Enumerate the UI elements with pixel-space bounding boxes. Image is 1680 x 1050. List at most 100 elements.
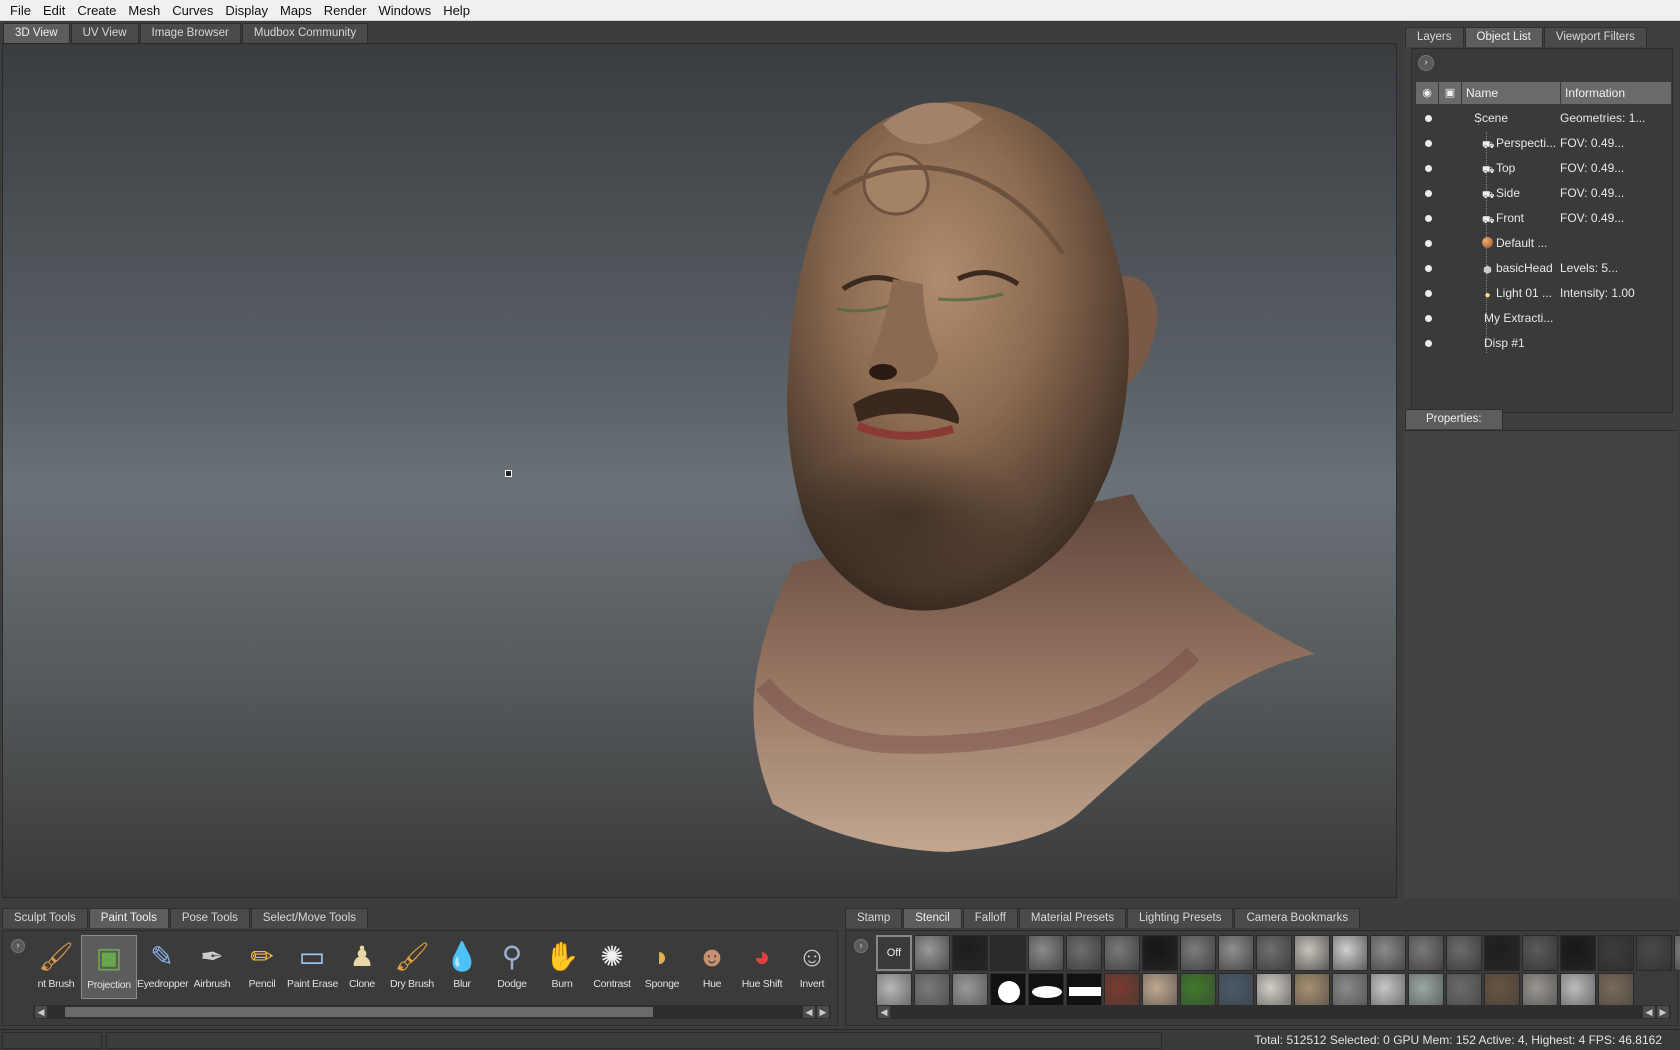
tool-clone[interactable]: ♟ Clone bbox=[337, 935, 387, 999]
tool-hue-shift[interactable]: ◕ Hue Shift bbox=[737, 935, 787, 999]
tab-mudbox-community[interactable]: Mudbox Community bbox=[241, 23, 369, 43]
stencil-swatch[interactable] bbox=[1370, 973, 1406, 1009]
stencil-swatch[interactable] bbox=[1218, 973, 1254, 1009]
stencil-swatch[interactable] bbox=[1256, 935, 1292, 971]
visibility-dot-icon[interactable] bbox=[1425, 140, 1432, 147]
tool-airbrush[interactable]: ✒ Airbrush bbox=[187, 935, 237, 999]
visibility-dot-icon[interactable] bbox=[1425, 165, 1432, 172]
object-list-row[interactable]: Scene Geometries: 1... bbox=[1416, 106, 1671, 131]
tab-uv-view[interactable]: UV View bbox=[70, 23, 139, 43]
tool-burn[interactable]: ✋ Burn bbox=[537, 935, 587, 999]
stencil-swatch[interactable] bbox=[1180, 973, 1216, 1009]
scroll-left-icon[interactable]: ◀ bbox=[878, 1006, 890, 1018]
stencil-swatch[interactable] bbox=[1446, 935, 1482, 971]
stencil-scrollbar[interactable]: ◀ ◀ ▶ bbox=[876, 1005, 1671, 1019]
tool-sponge[interactable]: ◗ Sponge bbox=[637, 935, 687, 999]
tool-dodge[interactable]: ⚲ Dodge bbox=[487, 935, 537, 999]
object-list-row[interactable]: ● Light 01 ... Intensity: 1.00 bbox=[1416, 281, 1671, 306]
stencil-swatch[interactable] bbox=[1104, 935, 1140, 971]
stencil-swatch[interactable] bbox=[1028, 973, 1064, 1009]
name-column-header[interactable]: Name bbox=[1462, 82, 1561, 104]
visibility-dot-icon[interactable] bbox=[1425, 215, 1432, 222]
object-list-row[interactable]: ⛟Front FOV: 0.49... bbox=[1416, 206, 1671, 231]
stencil-swatch[interactable] bbox=[1522, 935, 1558, 971]
tab-viewport-filters[interactable]: Viewport Filters bbox=[1543, 27, 1647, 47]
scroll-right-icon[interactable]: ▶ bbox=[1657, 1006, 1669, 1018]
stencil-off-button[interactable]: Off bbox=[876, 935, 912, 971]
properties-tab[interactable]: Properties: bbox=[1405, 409, 1503, 429]
object-list-row[interactable]: ⛟Top FOV: 0.49... bbox=[1416, 156, 1671, 181]
stencil-swatch[interactable] bbox=[1598, 973, 1634, 1009]
stencil-swatch[interactable] bbox=[1104, 973, 1140, 1009]
menu-file[interactable]: File bbox=[4, 0, 37, 21]
stencil-swatch[interactable] bbox=[876, 973, 912, 1009]
stencil-swatch[interactable] bbox=[1028, 935, 1064, 971]
tool-blur[interactable]: 💧 Blur bbox=[437, 935, 487, 999]
tool-contrast[interactable]: ✺ Contrast bbox=[587, 935, 637, 999]
visibility-eye-icon[interactable]: ◉ bbox=[1416, 82, 1439, 104]
stencil-swatch[interactable] bbox=[1332, 973, 1368, 1009]
stencil-swatch[interactable] bbox=[990, 973, 1026, 1009]
stencil-swatch[interactable] bbox=[1142, 935, 1178, 971]
stencil-swatch[interactable] bbox=[1332, 935, 1368, 971]
stencil-swatch[interactable] bbox=[1484, 973, 1520, 1009]
tab-select-move-tools[interactable]: Select/Move Tools bbox=[250, 908, 369, 928]
tool-paint-erase[interactable]: ▭ Paint Erase bbox=[287, 935, 338, 999]
stencil-swatch[interactable] bbox=[1484, 935, 1520, 971]
panel-expand-icon[interactable]: › bbox=[1418, 55, 1434, 71]
stencil-swatch[interactable] bbox=[1636, 935, 1672, 971]
tab-pose-tools[interactable]: Pose Tools bbox=[169, 908, 250, 928]
menu-help[interactable]: Help bbox=[437, 0, 476, 21]
object-list-row[interactable]: ⛟Perspecti... FOV: 0.49... bbox=[1416, 131, 1671, 156]
lock-icon[interactable]: ▣ bbox=[1439, 82, 1462, 104]
visibility-dot-icon[interactable] bbox=[1425, 340, 1432, 347]
stencil-swatch[interactable] bbox=[1066, 935, 1102, 971]
stencil-swatch[interactable] bbox=[990, 935, 1026, 971]
stencil-swatch[interactable] bbox=[1446, 973, 1482, 1009]
visibility-dot-icon[interactable] bbox=[1425, 240, 1432, 247]
tab-sculpt-tools[interactable]: Sculpt Tools bbox=[2, 908, 88, 928]
stencil-swatch[interactable] bbox=[914, 973, 950, 1009]
visibility-dot-icon[interactable] bbox=[1425, 290, 1432, 297]
menu-mesh[interactable]: Mesh bbox=[122, 0, 166, 21]
tab-image-browser[interactable]: Image Browser bbox=[139, 23, 241, 43]
tab-layers[interactable]: Layers bbox=[1405, 27, 1464, 47]
stencil-swatch[interactable] bbox=[1598, 935, 1634, 971]
stencil-swatch[interactable] bbox=[1560, 973, 1596, 1009]
tab-3d-view[interactable]: 3D View bbox=[3, 23, 70, 43]
tool-pencil[interactable]: ✏ Pencil bbox=[237, 935, 287, 999]
visibility-dot-icon[interactable] bbox=[1425, 190, 1432, 197]
visibility-dot-icon[interactable] bbox=[1425, 315, 1432, 322]
stencil-swatch[interactable] bbox=[1522, 973, 1558, 1009]
tray-expand-icon[interactable]: › bbox=[11, 939, 25, 953]
scroll-left-icon[interactable]: ◀ bbox=[1643, 1006, 1655, 1018]
menu-render[interactable]: Render bbox=[318, 0, 373, 21]
stencil-swatch[interactable] bbox=[1408, 935, 1444, 971]
stencil-swatch[interactable] bbox=[1408, 973, 1444, 1009]
menu-curves[interactable]: Curves bbox=[166, 0, 219, 21]
scroll-right-icon[interactable]: ▶ bbox=[817, 1006, 829, 1018]
3d-viewport[interactable] bbox=[2, 43, 1397, 898]
tab-lighting-presets[interactable]: Lighting Presets bbox=[1126, 908, 1234, 928]
stencil-swatch[interactable] bbox=[1294, 973, 1330, 1009]
stencil-swatch[interactable] bbox=[952, 935, 988, 971]
stencil-swatch[interactable] bbox=[1066, 973, 1102, 1009]
information-column-header[interactable]: Information bbox=[1561, 82, 1671, 104]
object-list-row[interactable]: Default ... bbox=[1416, 231, 1671, 256]
menu-maps[interactable]: Maps bbox=[274, 0, 318, 21]
scrollbar-thumb[interactable] bbox=[65, 1007, 653, 1017]
stencil-swatch[interactable] bbox=[1180, 935, 1216, 971]
tool-eyedropper[interactable]: ✎ Eyedropper bbox=[137, 935, 189, 999]
stencil-swatch[interactable] bbox=[1294, 935, 1330, 971]
stencil-swatch[interactable] bbox=[952, 973, 988, 1009]
stencil-swatch[interactable] bbox=[1560, 935, 1596, 971]
tool-dry-brush[interactable]: 🖌 Dry Brush bbox=[387, 935, 437, 999]
tool-projection[interactable]: ▣ Projection bbox=[81, 935, 137, 999]
tab-falloff[interactable]: Falloff bbox=[962, 908, 1018, 928]
tab-stencil[interactable]: Stencil bbox=[903, 908, 962, 928]
stencil-swatch[interactable] bbox=[1370, 935, 1406, 971]
object-list-row[interactable]: My Extracti... bbox=[1416, 306, 1671, 331]
visibility-dot-icon[interactable] bbox=[1425, 115, 1432, 122]
stencil-swatch[interactable] bbox=[914, 935, 950, 971]
stencil-swatch[interactable] bbox=[1218, 935, 1254, 971]
